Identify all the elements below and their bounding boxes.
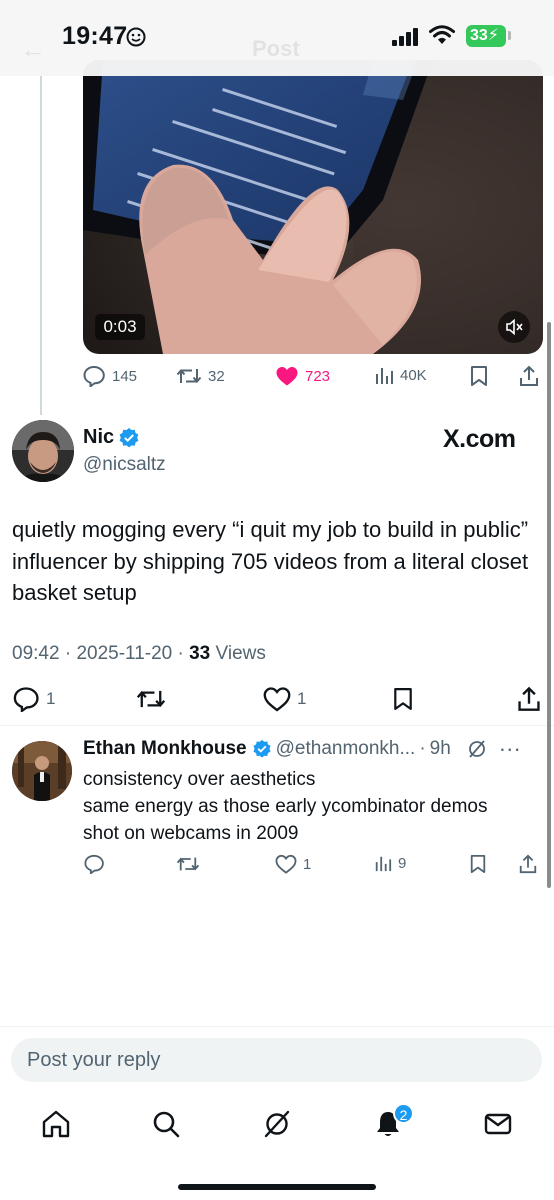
views-count: 40K <box>400 366 427 384</box>
brand-watermark: X.com <box>443 425 516 453</box>
repost-icon <box>176 857 200 871</box>
status-time: 19:47 <box>62 22 128 50</box>
reply-text: consistency over aesthetics same energy … <box>83 766 487 847</box>
reply-author-handle[interactable]: @ethanmonkh... <box>276 738 416 760</box>
reply-button[interactable]: 1 <box>12 686 55 712</box>
smiley-icon <box>126 27 146 47</box>
like-count: 1 <box>303 855 312 873</box>
bar-chart-icon <box>375 856 392 872</box>
cell-signal-icon <box>392 28 420 46</box>
reply-count: 145 <box>112 367 138 385</box>
reply-header: Ethan Monkhouse @ethanmonkh... · 9h ··· <box>83 738 521 760</box>
tweet-meta: 09:42 · 2025-11-20 · 33 Views <box>12 643 266 664</box>
like-button[interactable]: 1 <box>275 854 311 874</box>
like-count: 723 <box>305 367 331 385</box>
author-name[interactable]: Nic <box>83 426 114 449</box>
avatar[interactable] <box>12 741 72 801</box>
share-icon <box>520 365 538 386</box>
share-button[interactable] <box>518 365 540 387</box>
reply-button[interactable] <box>83 854 105 874</box>
home-tab[interactable] <box>40 1108 72 1140</box>
scrollbar[interactable] <box>547 322 551 888</box>
share-button[interactable] <box>518 854 538 874</box>
author-handle[interactable]: @nicsaltz <box>83 454 166 476</box>
more-options-icon[interactable]: ··· <box>499 738 521 760</box>
search-tab[interactable] <box>150 1108 182 1140</box>
avatar[interactable] <box>12 420 74 482</box>
status-bar: ← Post 19:47 33⚡ <box>0 0 554 76</box>
reply-text-line: consistency over aesthetics <box>83 769 316 790</box>
bar-chart-icon <box>376 368 393 384</box>
video-player[interactable] <box>83 60 543 354</box>
tweet-views-count: 33 <box>189 643 211 664</box>
heart-icon <box>263 687 291 712</box>
video-duration: 0:03 <box>95 314 145 340</box>
verified-badge-icon <box>253 739 271 758</box>
reply-icon <box>13 687 39 712</box>
reply-count: 1 <box>46 689 56 708</box>
share-button[interactable] <box>516 686 542 712</box>
tweet-text: quietly mogging every “i quit my job to … <box>12 517 529 605</box>
bookmark-icon <box>470 855 486 873</box>
divider <box>0 1026 554 1027</box>
tweet-date: 2025-11-20 <box>76 643 173 664</box>
divider <box>0 725 554 726</box>
reply-text-line: shot on webcams in 2009 <box>83 823 299 844</box>
wifi-icon <box>429 25 455 44</box>
notifications-badge: 2 <box>393 1103 414 1124</box>
share-icon <box>518 686 540 711</box>
bookmark-button[interactable] <box>392 686 414 712</box>
repost-button[interactable]: 32 <box>176 365 225 387</box>
heart-icon <box>275 854 297 874</box>
grok-icon <box>264 1110 290 1138</box>
like-count: 1 <box>297 689 307 708</box>
thread-line <box>40 60 42 415</box>
search-icon <box>153 1111 180 1138</box>
battery-level: 33 <box>470 27 488 44</box>
speaker-muted-icon[interactable] <box>498 311 530 343</box>
reply-icon <box>84 854 104 874</box>
bookmark-icon <box>471 366 487 386</box>
bookmark-button[interactable] <box>469 854 487 874</box>
verified-badge-icon <box>119 428 139 448</box>
like-button[interactable]: 1 <box>263 686 306 712</box>
repost-count: 32 <box>208 367 225 385</box>
repost-icon <box>176 368 202 384</box>
bookmark-icon <box>394 688 412 710</box>
mail-icon <box>484 1113 512 1135</box>
views-button[interactable]: 9 <box>374 854 406 872</box>
home-indicator <box>178 1184 376 1190</box>
repost-icon <box>136 690 166 708</box>
repost-button[interactable] <box>176 854 200 874</box>
reply-text-line: same energy as those early ycombinator d… <box>83 796 488 817</box>
reply-time: 9h <box>429 738 451 759</box>
messages-tab[interactable] <box>482 1108 514 1140</box>
share-icon <box>519 854 537 874</box>
reply-input[interactable]: Post your reply <box>11 1038 542 1082</box>
battery-icon: 33⚡ <box>466 25 506 47</box>
heart-filled-icon <box>276 367 298 386</box>
tweet-views-label: Views <box>215 643 266 664</box>
back-arrow-icon[interactable]: ← <box>20 34 46 65</box>
like-button[interactable]: 723 <box>275 365 330 387</box>
grok-tab[interactable] <box>261 1108 293 1140</box>
tweet-time: 09:42 <box>12 643 60 664</box>
separator-dot: · <box>419 738 426 759</box>
home-icon <box>42 1110 70 1138</box>
video-frame <box>83 60 543 354</box>
views-count: 9 <box>398 854 407 872</box>
views-button[interactable]: 40K <box>374 365 427 385</box>
battery-tip <box>508 31 511 40</box>
repost-button[interactable] <box>136 686 166 712</box>
reply-author-name[interactable]: Ethan Monkhouse <box>83 738 247 760</box>
reply-icon <box>83 365 105 387</box>
bookmark-button[interactable] <box>469 365 489 387</box>
reply-button[interactable]: 145 <box>82 365 137 387</box>
grok-icon[interactable] <box>467 739 487 759</box>
header-title: Post <box>252 36 300 61</box>
